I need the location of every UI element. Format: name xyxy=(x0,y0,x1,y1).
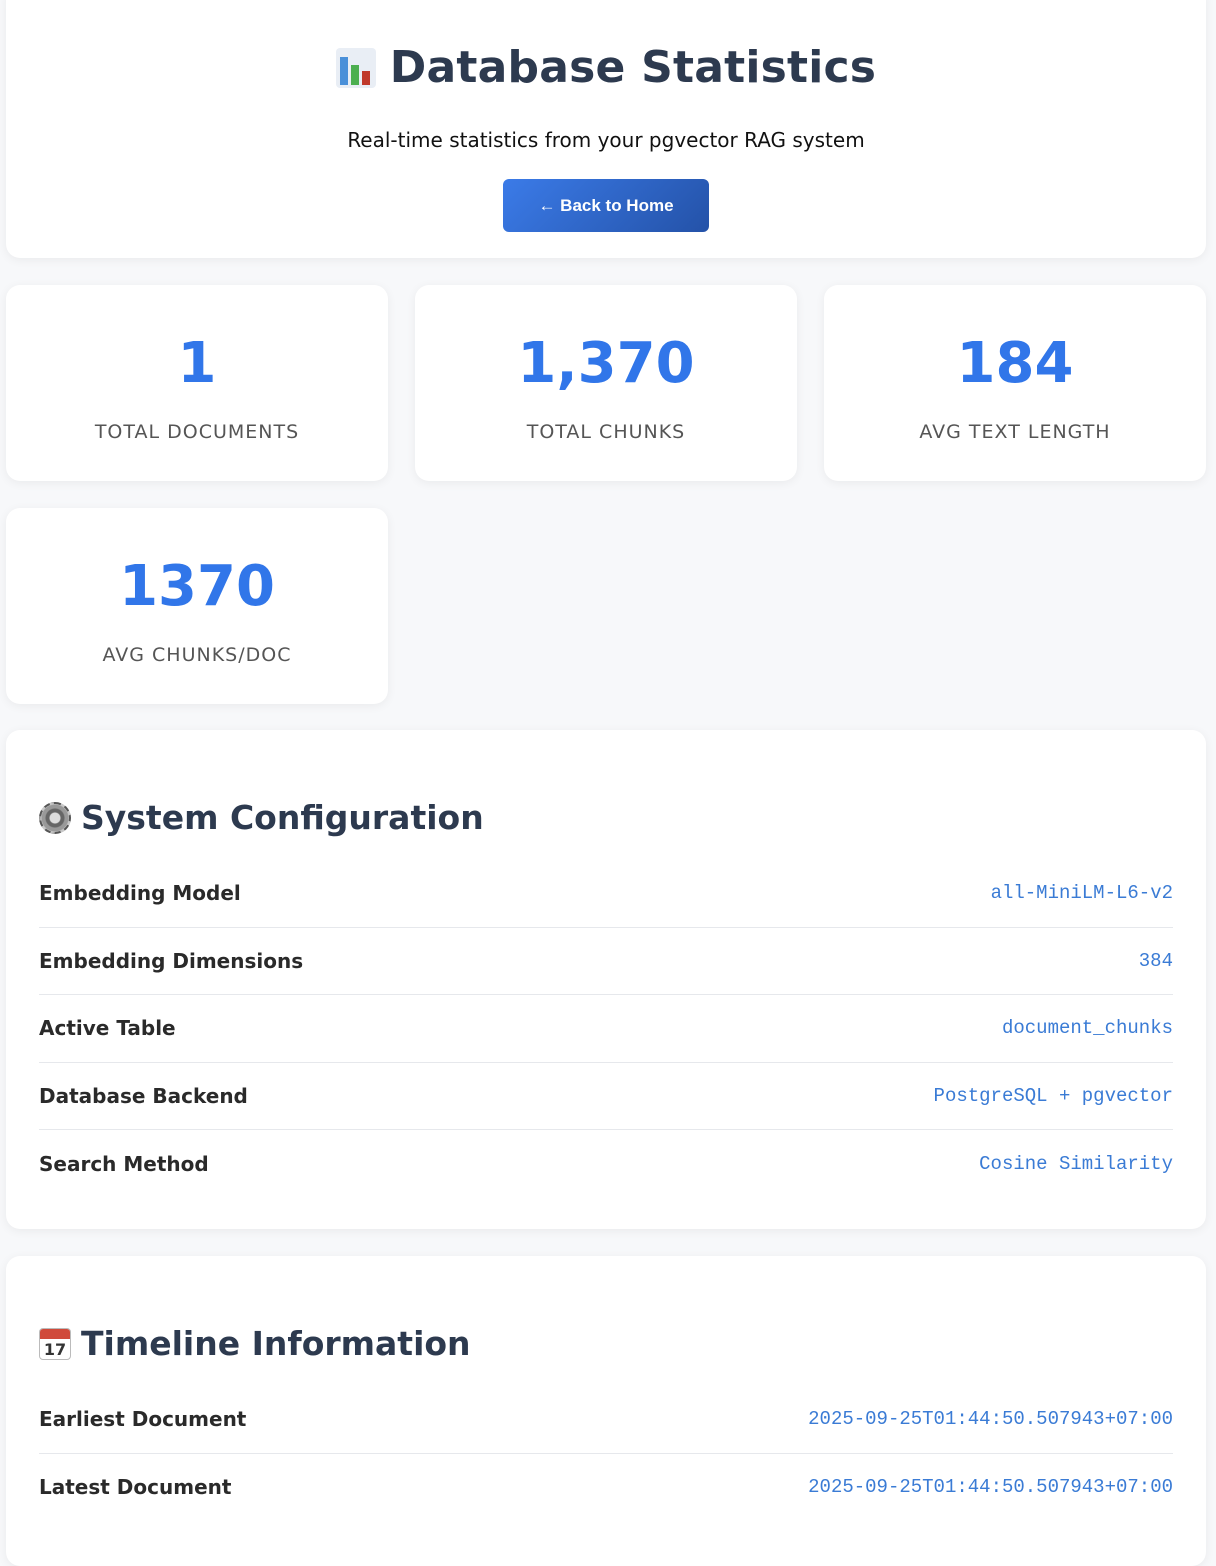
stat-card-avg-chunks-per-doc: 1370 Avg Chunks/Doc xyxy=(6,508,388,704)
config-value: document_chunks xyxy=(1001,1017,1173,1040)
stat-label: Total Chunks xyxy=(526,421,686,443)
stat-value: 1370 xyxy=(119,554,275,619)
config-key: Database Backend xyxy=(39,1083,248,1108)
config-row-search-method: Search Method Cosine Similarity xyxy=(39,1130,1173,1198)
timeline-row-latest-document: Latest Document 2025-09-25T01:44:50.5079… xyxy=(39,1454,1173,1522)
stat-card-total-chunks: 1,370 Total Chunks xyxy=(415,285,797,481)
config-value: PostgreSQL + pgvector xyxy=(933,1084,1173,1107)
config-value: all-MiniLM-L6-v2 xyxy=(990,882,1173,905)
section-title-text: Timeline Information xyxy=(81,1324,471,1363)
header-card: Database Statistics Real-time statistics… xyxy=(6,0,1206,258)
stat-value: 1,370 xyxy=(517,331,695,396)
config-value: 384 xyxy=(1138,949,1173,972)
stat-value: 1 xyxy=(177,331,217,396)
stat-card-avg-text-length: 184 Avg Text Length xyxy=(824,285,1206,481)
page-subtitle: Real-time statistics from your pgvector … xyxy=(347,128,865,152)
config-value: Cosine Similarity xyxy=(979,1152,1173,1175)
timeline-key: Earliest Document xyxy=(39,1407,247,1432)
section-title-text: System Configuration xyxy=(81,798,484,837)
config-row-database-backend: Database Backend PostgreSQL + pgvector xyxy=(39,1063,1173,1130)
page-title: Database Statistics xyxy=(389,42,877,93)
calendar-icon: 17 xyxy=(39,1327,71,1360)
back-to-home-button[interactable]: ← Back to Home xyxy=(503,179,709,232)
section-title: System Configuration xyxy=(39,798,484,837)
config-key: Embedding Dimensions xyxy=(39,948,304,973)
section-title: 17 Timeline Information xyxy=(39,1324,471,1363)
stat-label: Avg Chunks/Doc xyxy=(102,644,292,666)
timeline-key: Latest Document xyxy=(39,1475,232,1500)
gear-icon xyxy=(39,801,71,834)
config-row-embedding-model: Embedding Model all-MiniLM-L6-v2 xyxy=(39,860,1173,928)
timeline-value: 2025-09-25T01:44:50.507943+07:00 xyxy=(808,1408,1173,1431)
timeline-information-card: 17 Timeline Information Earliest Documen… xyxy=(6,1256,1206,1566)
config-key: Embedding Model xyxy=(39,881,241,906)
page-title-row: Database Statistics xyxy=(6,42,1206,93)
stat-value: 184 xyxy=(956,331,1074,396)
config-row-active-table: Active Table document_chunks xyxy=(39,995,1173,1063)
system-configuration-card: System Configuration Embedding Model all… xyxy=(6,730,1206,1229)
stat-card-total-documents: 1 Total Documents xyxy=(6,285,388,481)
timeline-row-earliest-document: Earliest Document 2025-09-25T01:44:50.50… xyxy=(39,1386,1173,1454)
timeline-list: Earliest Document 2025-09-25T01:44:50.50… xyxy=(39,1386,1173,1521)
config-key: Active Table xyxy=(39,1016,176,1041)
stat-label: Total Documents xyxy=(94,421,300,443)
config-key: Search Method xyxy=(39,1151,209,1176)
timeline-value: 2025-09-25T01:44:50.507943+07:00 xyxy=(808,1476,1173,1499)
config-row-embedding-dimensions: Embedding Dimensions 384 xyxy=(39,928,1173,995)
stat-label: Avg Text Length xyxy=(919,421,1111,443)
config-list: Embedding Model all-MiniLM-L6-v2 Embeddi… xyxy=(39,860,1173,1198)
bar-chart-icon xyxy=(335,47,376,88)
